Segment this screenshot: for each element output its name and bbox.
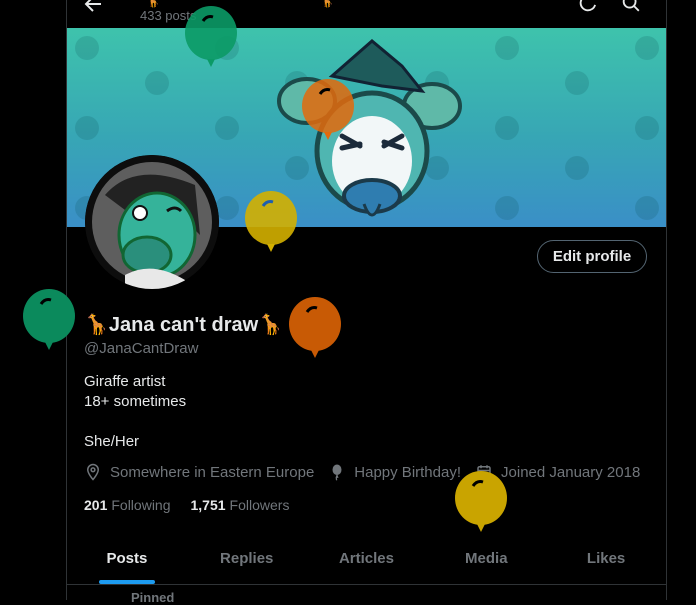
avatar-illustration <box>85 155 219 289</box>
user-handle: @JanaCantDraw <box>84 340 199 357</box>
following-count: 201 <box>84 497 108 513</box>
balloon-green <box>23 289 75 350</box>
balloon-yellow <box>455 471 507 532</box>
tab-articles[interactable]: Articles <box>307 532 427 584</box>
birthday-item: Happy Birthday! <box>328 463 461 481</box>
active-tab-indicator <box>98 580 155 584</box>
balloon-icon <box>332 464 342 481</box>
balloon-orange <box>302 79 354 140</box>
tab-label: Posts <box>106 549 148 567</box>
back-arrow-icon[interactable] <box>81 0 105 16</box>
balloon-orange <box>289 297 341 358</box>
profile-column: 🦒 433 posts 🦒 Edit profile 🦒Jana can't d… <box>66 0 667 605</box>
edit-profile-button[interactable]: Edit profile <box>537 240 647 273</box>
bio-line: Giraffe artist <box>84 373 166 390</box>
tab-label: Articles <box>338 549 394 567</box>
following-link[interactable]: 201 Following <box>84 497 171 513</box>
refresh-icon[interactable] <box>577 0 599 14</box>
profile-avatar[interactable] <box>85 155 219 289</box>
search-icon[interactable] <box>620 0 642 14</box>
profile-tabs: Posts Replies Articles Media Likes <box>67 532 666 585</box>
followers-label: Followers <box>229 497 290 513</box>
tab-label: Media <box>465 549 508 567</box>
bio-line: She/Her <box>84 433 140 450</box>
giraffe-emoji-icon: 🦒 <box>145 0 160 8</box>
location-item: Somewhere in Eastern Europe <box>84 463 314 481</box>
tab-posts[interactable]: Posts <box>67 532 187 584</box>
tab-label: Replies <box>220 549 274 567</box>
follow-stats: 201 Following 1,751 Followers <box>84 497 309 513</box>
following-label: Following <box>111 497 171 513</box>
top-bar: 🦒 433 posts 🦒 <box>67 0 666 28</box>
display-name: 🦒Jana can't draw🦒 <box>84 314 284 336</box>
bio-line <box>84 412 186 432</box>
followers-count: 1,751 <box>190 497 226 513</box>
birthday-text: Happy Birthday! <box>354 463 462 481</box>
profile-meta: Somewhere in Eastern Europe Happy Birthd… <box>84 463 654 481</box>
tab-label: Likes <box>586 549 626 567</box>
bio-line: 18+ sometimes <box>84 393 187 410</box>
location-text: Somewhere in Eastern Europe <box>110 463 315 481</box>
balloon-yellow <box>245 191 297 252</box>
tab-replies[interactable]: Replies <box>187 532 307 584</box>
location-pin-icon <box>86 463 100 481</box>
giraffe-emoji-icon: 🦒 <box>319 0 334 8</box>
joined-text: Joined January 2018 <box>501 463 641 481</box>
pinned-label: Pinned <box>131 590 175 605</box>
balloon-green <box>185 6 237 67</box>
followers-link[interactable]: 1,751 Followers <box>191 497 290 513</box>
tab-likes[interactable]: Likes <box>546 532 666 584</box>
profile-bio: Giraffe artist 18+ sometimes She/Her <box>84 372 186 452</box>
